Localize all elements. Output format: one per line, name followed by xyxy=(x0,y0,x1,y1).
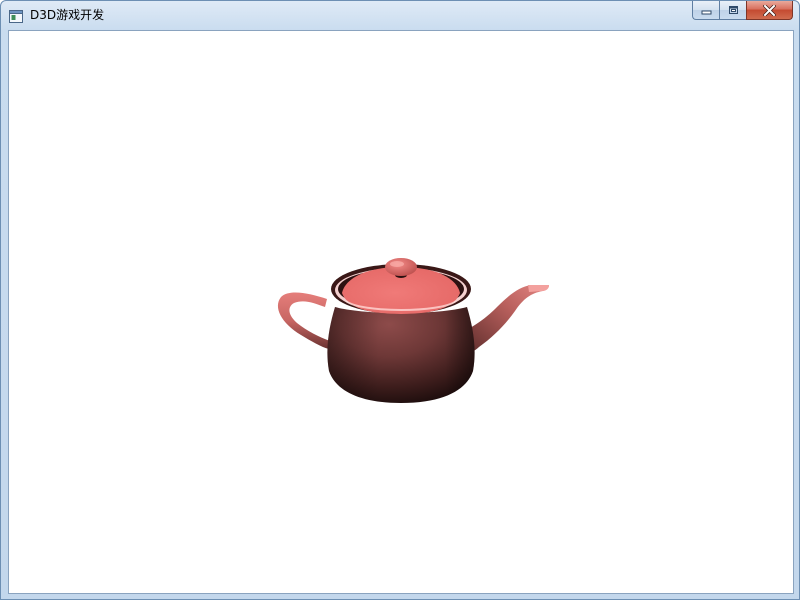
app-window: D3D游戏开发 xyxy=(0,0,800,600)
close-button[interactable] xyxy=(746,1,793,20)
teapot-render xyxy=(277,258,549,403)
render-viewport[interactable] xyxy=(8,30,794,594)
teapot-handle xyxy=(277,292,330,349)
close-icon xyxy=(763,4,776,16)
minimize-button[interactable] xyxy=(692,1,719,20)
maximize-button[interactable] xyxy=(719,1,746,20)
teapot-knob xyxy=(385,258,417,276)
window-app-icon[interactable] xyxy=(9,8,23,23)
teapot-spout xyxy=(465,285,549,355)
maximize-icon xyxy=(728,5,739,15)
caption-buttons xyxy=(692,1,793,20)
minimize-icon xyxy=(701,6,712,15)
window-title: D3D游戏开发 xyxy=(30,8,105,22)
title-bar[interactable]: D3D游戏开发 xyxy=(1,1,799,29)
